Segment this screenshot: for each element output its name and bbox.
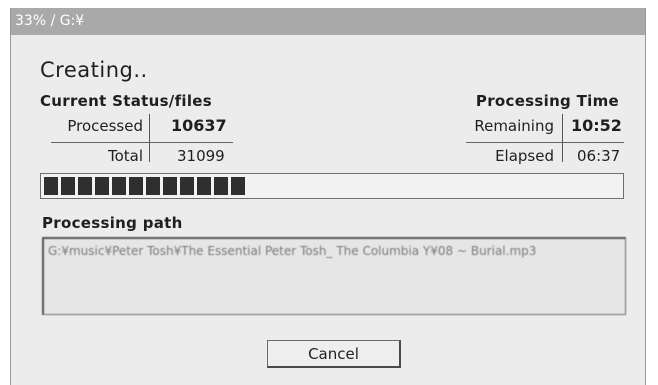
current-status-label: Current Status/files — [40, 92, 212, 110]
time-divider — [466, 142, 624, 143]
progress-block — [112, 177, 126, 195]
progress-block — [146, 177, 160, 195]
progress-block — [129, 177, 143, 195]
total-value: 31099 — [177, 147, 225, 165]
progress-block — [197, 177, 211, 195]
status-column-divider — [149, 114, 150, 162]
progress-bar-fill — [44, 177, 245, 195]
elapsed-label: Elapsed — [495, 147, 554, 165]
remaining-value: 10:52 — [571, 116, 622, 135]
total-label: Total — [107, 147, 143, 165]
progress-block — [163, 177, 177, 195]
processed-value: 10637 — [171, 116, 227, 135]
status-divider — [51, 142, 233, 143]
dialog-heading: Creating.. — [40, 58, 148, 82]
processed-label: Processed — [67, 117, 143, 135]
progress-block — [231, 177, 245, 195]
processing-time-label: Processing Time — [475, 92, 619, 110]
progress-block — [78, 177, 92, 195]
progress-block — [95, 177, 109, 195]
remaining-label: Remaining — [474, 117, 554, 135]
progress-block — [214, 177, 228, 195]
elapsed-value: 06:37 — [577, 147, 621, 165]
progress-block — [44, 177, 58, 195]
progress-block — [180, 177, 194, 195]
cancel-button[interactable]: Cancel — [267, 340, 401, 368]
progress-dialog: 33% / G:¥ Creating.. Current Status/file… — [10, 8, 646, 385]
processing-path-field: G:¥music¥Peter Tosh¥The Essential Peter … — [42, 237, 626, 315]
processing-path-label: Processing path — [42, 214, 183, 232]
progress-bar — [40, 173, 624, 199]
time-column-divider — [562, 114, 563, 162]
progress-block — [61, 177, 75, 195]
window-title: 33% / G:¥ — [11, 8, 645, 35]
